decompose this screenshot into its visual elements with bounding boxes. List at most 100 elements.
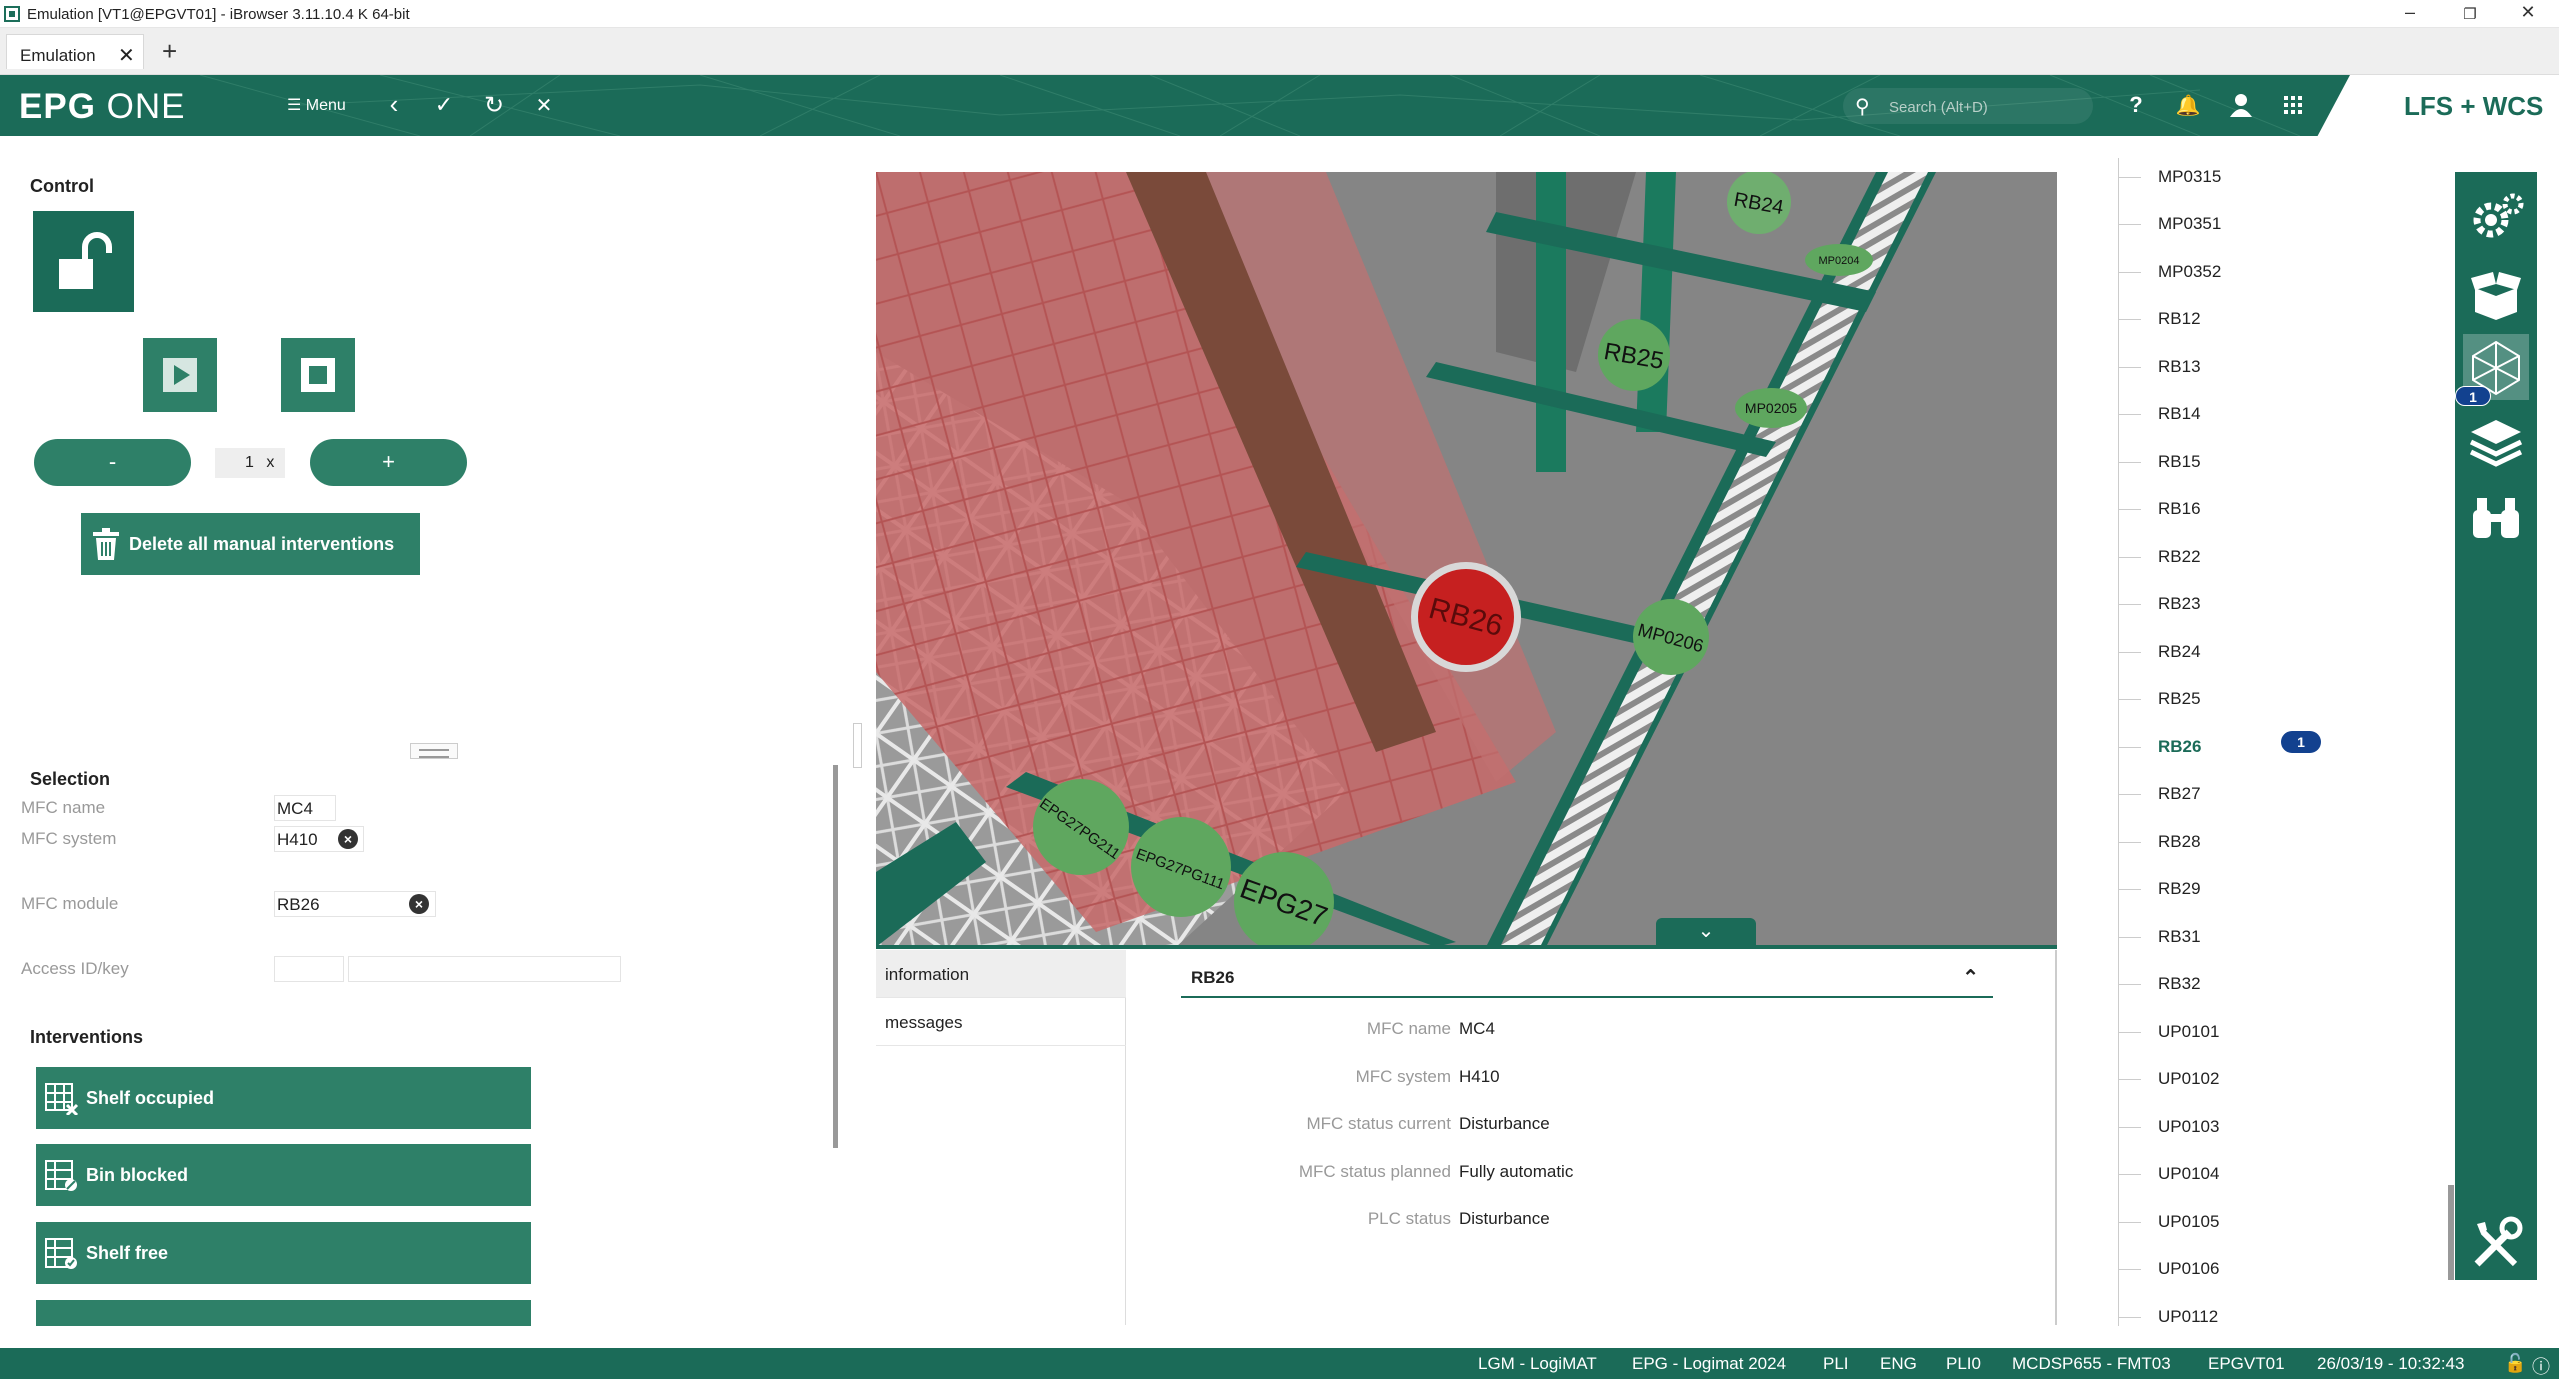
search-input[interactable]: ⚲ Search (Alt+D) xyxy=(1843,88,2093,124)
info-icon[interactable]: ⓘ xyxy=(2532,1353,2550,1379)
status-location: LGM - LogiMAT xyxy=(1478,1354,1597,1373)
scene-label-mp0204: MP0204 xyxy=(1819,255,1860,267)
list-item[interactable]: RB23 xyxy=(2119,594,2201,614)
tab-messages[interactable]: messages xyxy=(876,998,1126,1046)
list-item[interactable]: RB31 xyxy=(2119,927,2201,947)
status-user: EPGVT01 xyxy=(2208,1354,2285,1373)
panel-resize-handle[interactable] xyxy=(410,743,458,759)
layers-badge: 1 xyxy=(2455,386,2491,406)
access-key-field[interactable] xyxy=(348,956,621,982)
status-bar: LGM - LogiMAT EPG - Logimat 2024 PLI ENG… xyxy=(0,1348,2559,1379)
status-datetime: 26/03/19 - 10:32:43 xyxy=(2317,1354,2465,1373)
logo-bold: EPG xyxy=(19,87,96,126)
clear-module-icon[interactable]: × xyxy=(409,894,429,914)
list-item[interactable]: RB24 xyxy=(2119,642,2201,662)
settings-button[interactable] xyxy=(2463,184,2529,250)
list-item[interactable]: RB29 xyxy=(2119,879,2201,899)
list-item[interactable]: RB13 xyxy=(2119,357,2201,377)
decrease-speed-button[interactable]: - xyxy=(34,439,191,486)
detail-value-mfc-name: MC4 xyxy=(1459,1019,1495,1038)
shelf-free-button[interactable]: Shelf free xyxy=(36,1222,531,1284)
mfc-name-field[interactable]: MC4 xyxy=(274,795,336,821)
list-item[interactable]: UP0102 xyxy=(2119,1069,2219,1089)
list-item[interactable]: UP0112 xyxy=(2119,1307,2218,1326)
status-pli: PLI xyxy=(1823,1354,1849,1373)
list-item[interactable]: RB16 xyxy=(2119,499,2201,519)
play-button[interactable] xyxy=(143,338,217,412)
viewport-divider xyxy=(876,945,2057,949)
new-tab-button[interactable]: + xyxy=(162,36,177,67)
list-item[interactable]: RB27 xyxy=(2119,784,2201,804)
shelf-occupied-button[interactable]: Shelf occupied xyxy=(36,1067,531,1129)
module-list: MP0315 MP0351 MP0352 RB12 RB13 RB14 RB15… xyxy=(2118,158,2448,1326)
detail-header[interactable]: RB26 ⌃ xyxy=(1181,960,1993,998)
binoculars-button[interactable] xyxy=(2463,484,2529,550)
list-item[interactable]: RB14 xyxy=(2119,404,2201,424)
control-title: Control xyxy=(30,176,94,196)
list-item[interactable]: MP0351 xyxy=(2119,214,2221,234)
close-window-button[interactable]: ✕ xyxy=(2508,2,2548,23)
layers-button[interactable] xyxy=(2463,408,2529,474)
list-item[interactable]: RB28 xyxy=(2119,832,2201,852)
back-icon[interactable]: ‹ xyxy=(376,89,412,120)
detail-value-status-planned: Fully automatic xyxy=(1459,1162,1574,1181)
tab-information[interactable]: information xyxy=(876,950,1126,998)
user-icon[interactable] xyxy=(2230,93,2252,117)
list-item[interactable]: MP0315 xyxy=(2119,167,2221,187)
list-item-selected[interactable]: RB26 xyxy=(2119,737,2201,757)
right-toolbar: 1 xyxy=(2455,172,2537,1280)
speed-field[interactable]: 1 x xyxy=(215,448,285,478)
list-item[interactable]: UP0103 xyxy=(2119,1117,2219,1137)
expand-details-button[interactable]: ⌄ xyxy=(1656,918,1756,948)
tab-emulation[interactable]: Emulation ✕ xyxy=(6,34,144,69)
stop-button[interactable] xyxy=(281,338,355,412)
minimize-button[interactable]: – xyxy=(2390,2,2430,23)
binoculars-icon xyxy=(2473,498,2519,538)
list-item[interactable]: RB15 xyxy=(2119,452,2201,472)
unlock-status-icon[interactable]: 🔓 xyxy=(2504,1353,2526,1374)
apps-grid-icon[interactable] xyxy=(2284,96,2302,114)
module-list-scrollbar[interactable] xyxy=(2448,1185,2454,1280)
list-item[interactable]: RB32 xyxy=(2119,974,2201,994)
window-title: Emulation [VT1@EPGVT01] - iBrowser 3.11.… xyxy=(27,6,410,23)
bell-icon[interactable]: 🔔 xyxy=(2170,93,2206,118)
close-icon[interactable]: ✕ xyxy=(526,93,562,118)
list-item[interactable]: UP0104 xyxy=(2119,1164,2219,1184)
list-item[interactable]: RB12 xyxy=(2119,309,2201,329)
refresh-icon[interactable]: ↻ xyxy=(476,91,512,120)
list-item[interactable]: UP0105 xyxy=(2119,1212,2219,1232)
tools-button[interactable] xyxy=(2463,1210,2529,1276)
help-icon[interactable]: ? xyxy=(2118,92,2154,118)
delete-interventions-button[interactable]: Delete all manual interventions xyxy=(81,513,420,575)
access-id-field[interactable] xyxy=(274,956,344,982)
increase-speed-button[interactable]: + xyxy=(310,439,467,486)
play-icon xyxy=(163,358,197,392)
shelf-grid-icon xyxy=(45,1083,79,1115)
app-icon xyxy=(4,6,20,22)
status-host: MCDSP655 - FMT03 xyxy=(2012,1354,2171,1373)
shelf-occupied-label: Shelf occupied xyxy=(86,1088,215,1108)
mfc-module-label: MFC module xyxy=(21,894,119,913)
chevron-up-icon[interactable]: ⌃ xyxy=(1962,965,1979,990)
close-tab-icon[interactable]: ✕ xyxy=(118,43,135,68)
left-panel-scrollbar[interactable] xyxy=(833,765,838,1148)
open-box-button[interactable] xyxy=(2463,260,2529,326)
chevron-down-icon: ⌄ xyxy=(1697,920,1715,942)
splitter-handle[interactable] xyxy=(853,723,862,768)
warehouse-3d-view[interactable]: RB24 RB25 MP0204 MP0205 MP0206 RB26 EPG2… xyxy=(876,172,2057,947)
list-item[interactable]: MP0352 xyxy=(2119,262,2221,282)
unlock-button[interactable] xyxy=(33,211,134,312)
clear-system-icon[interactable]: × xyxy=(338,829,358,849)
list-item[interactable]: UP0106 xyxy=(2119,1259,2219,1279)
trash-icon xyxy=(93,528,119,560)
menu-button[interactable]: ☰ Menu xyxy=(287,95,346,115)
list-item[interactable]: UP0101 xyxy=(2119,1022,2219,1042)
checkmark-icon[interactable]: ✓ xyxy=(426,92,462,118)
list-item[interactable]: RB25 xyxy=(2119,689,2201,709)
unlock-icon xyxy=(59,232,112,289)
maximize-button[interactable]: ❐ xyxy=(2450,5,2490,23)
more-interventions-button[interactable] xyxy=(36,1300,531,1326)
bin-blocked-button[interactable]: Bin blocked xyxy=(36,1144,531,1206)
list-item[interactable]: RB22 xyxy=(2119,547,2201,567)
delete-label: Delete all manual interventions xyxy=(129,534,395,554)
